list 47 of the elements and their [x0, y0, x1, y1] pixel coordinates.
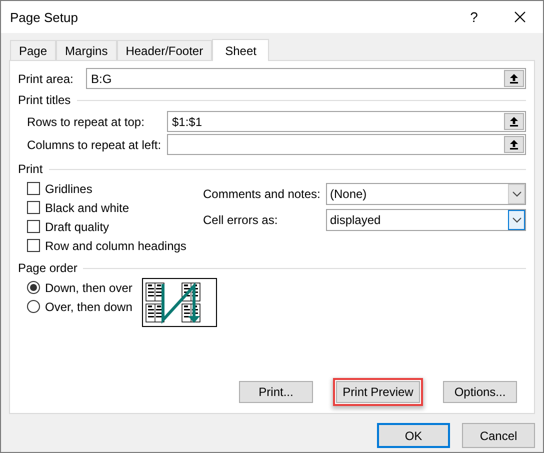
collapse-icon — [509, 116, 519, 127]
field-label: Cell errors as: — [203, 212, 279, 226]
help-button[interactable]: ? — [451, 9, 497, 25]
dialog-button[interactable]: OK — [377, 423, 450, 448]
checkbox[interactable] — [27, 220, 40, 233]
checkbox-label: Black and white — [45, 200, 130, 214]
checkbox-label: Draft quality — [45, 220, 110, 234]
checkbox[interactable] — [27, 239, 40, 252]
field-label: Rows to repeat at top: — [27, 114, 146, 128]
dropdown[interactable]: displayed — [326, 208, 526, 230]
checkbox-label: Row and column headings — [45, 238, 186, 252]
checkbox[interactable] — [27, 201, 40, 214]
close-icon — [514, 11, 526, 23]
checkbox[interactable] — [27, 182, 40, 195]
section-heading: Print — [18, 162, 43, 176]
range-field[interactable]: $1:$1 — [167, 111, 526, 132]
chevron-down-icon — [512, 216, 522, 222]
action-button[interactable]: Options... — [443, 381, 517, 403]
field-value: B:G — [90, 72, 113, 86]
dropdown[interactable]: (None) — [326, 182, 526, 204]
radio-button[interactable] — [27, 300, 40, 313]
print-area-field[interactable]: B:G — [86, 68, 526, 89]
tab[interactable]: Page — [10, 40, 56, 60]
radio-label: Over, then down — [45, 300, 132, 314]
radio-button[interactable] — [27, 281, 40, 294]
window-title: Page Setup — [10, 10, 79, 24]
range-field[interactable] — [167, 134, 526, 155]
section-heading: Page order — [18, 261, 78, 275]
tab[interactable]: Header/Footer — [116, 40, 212, 60]
field-value: $1:$1 — [171, 114, 204, 128]
section-heading: Print titles — [18, 93, 71, 107]
collapse-button[interactable] — [504, 113, 524, 130]
radio-label: Down, then over — [45, 280, 132, 294]
tab[interactable]: Sheet — [212, 39, 270, 61]
checkbox-label: Gridlines — [45, 182, 92, 196]
dialog-button[interactable]: Cancel — [462, 423, 535, 448]
action-button[interactable]: Print Preview — [336, 381, 420, 403]
tab[interactable]: Margins — [56, 40, 117, 60]
collapse-button[interactable] — [504, 136, 524, 153]
chevron-down-icon — [512, 190, 522, 196]
collapse-icon — [509, 139, 519, 150]
field-label: Columns to repeat at left: — [27, 138, 162, 152]
action-button[interactable]: Print... — [239, 381, 313, 403]
field-label: Print area: — [18, 72, 74, 86]
field-label: Comments and notes: — [203, 186, 322, 200]
collapse-icon — [509, 73, 519, 84]
collapse-button[interactable] — [504, 70, 524, 87]
